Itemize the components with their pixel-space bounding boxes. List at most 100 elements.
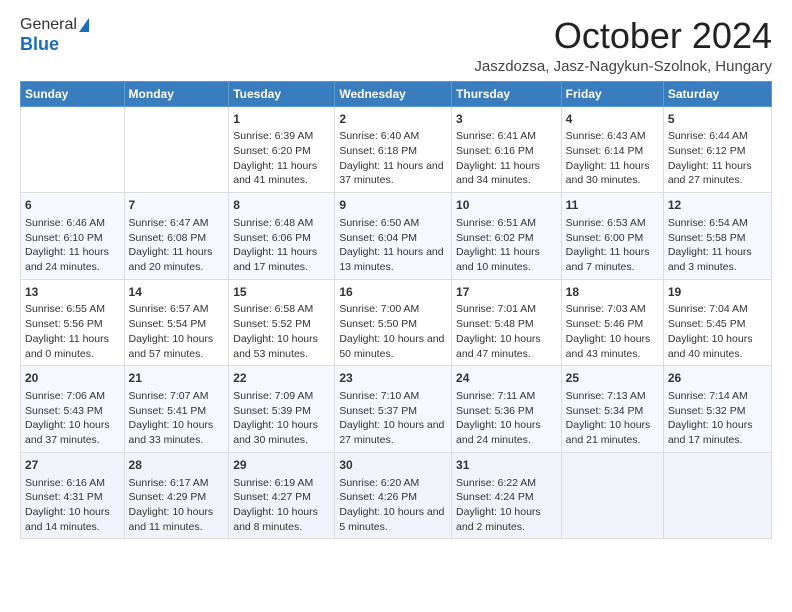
calendar-cell: 27 Sunrise: 6:16 AMSunset: 4:31 PMDayligh… [21, 452, 125, 539]
day-info: Daylight: 11 hours and 10 minutes. [456, 245, 557, 274]
logo-blue-text: Blue [20, 34, 59, 55]
day-info: Sunset: 5:45 PM [668, 317, 767, 332]
day-number: 1 [233, 111, 330, 128]
day-number: 12 [668, 197, 767, 214]
calendar-cell: 16Sunrise: 7:00 AMSunset: 5:50 PMDayligh… [335, 279, 452, 366]
day-info: Sunset: 4:31 PM [25, 490, 120, 505]
title-block: October 2024 Jaszdozsa, Jasz-Nagykun-Szo… [474, 16, 772, 75]
day-info: Sunset: 6:02 PM [456, 231, 557, 246]
day-info: Sunrise: 6:40 AM [339, 129, 447, 144]
day-info: Sunrise: 6:57 AM [129, 302, 225, 317]
day-number: 7 [129, 197, 225, 214]
day-info: Sunset: 4:26 PM [339, 490, 447, 505]
day-info: Daylight: 11 hours and 27 minutes. [668, 159, 767, 188]
day-number: 5 [668, 111, 767, 128]
day-info: Sunset: 6:10 PM [25, 231, 120, 246]
day-info: Sunset: 6:18 PM [339, 144, 447, 159]
day-info: Sunset: 6:16 PM [456, 144, 557, 159]
day-info: Sunrise: 6:46 AM [25, 216, 120, 231]
day-info: Daylight: 11 hours and 37 minutes. [339, 159, 447, 188]
day-info: Sunset: 6:00 PM [566, 231, 659, 246]
calendar-cell: 24Sunrise: 7:11 AMSunset: 5:36 PMDayligh… [452, 366, 562, 453]
calendar-cell [663, 452, 771, 539]
day-info: Daylight: 11 hours and 41 minutes. [233, 159, 330, 188]
week-row-1: 1Sunrise: 6:39 AMSunset: 6:20 PMDaylight… [21, 106, 772, 193]
header-day-wednesday: Wednesday [335, 81, 452, 106]
day-number: 3 [456, 111, 557, 128]
day-info: Daylight: 11 hours and 13 minutes. [339, 245, 447, 274]
day-info: Sunset: 5:50 PM [339, 317, 447, 332]
day-number: 30 [339, 457, 447, 474]
day-info: Sunset: 5:52 PM [233, 317, 330, 332]
day-number: 21 [129, 370, 225, 387]
day-number: 22 [233, 370, 330, 387]
calendar-cell [21, 106, 125, 193]
calendar-cell: 13Sunrise: 6:55 AMSunset: 5:56 PMDayligh… [21, 279, 125, 366]
day-info: Sunrise: 6:17 AM [129, 476, 225, 491]
day-info: Sunset: 6:12 PM [668, 144, 767, 159]
day-info: Sunrise: 6:50 AM [339, 216, 447, 231]
day-info: Daylight: 10 hours and 8 minutes. [233, 505, 330, 534]
day-info: Sunrise: 6:19 AM [233, 476, 330, 491]
day-number: 6 [25, 197, 120, 214]
calendar-cell: 6Sunrise: 6:46 AMSunset: 6:10 PMDaylight… [21, 193, 125, 280]
day-info: Daylight: 10 hours and 11 minutes. [129, 505, 225, 534]
day-number: 29 [233, 457, 330, 474]
calendar-cell: 7Sunrise: 6:47 AMSunset: 6:08 PMDaylight… [124, 193, 229, 280]
day-info: Daylight: 10 hours and 43 minutes. [566, 332, 659, 361]
day-info: Sunset: 5:32 PM [668, 404, 767, 419]
day-number: 24 [456, 370, 557, 387]
day-info: Sunrise: 7:14 AM [668, 389, 767, 404]
header-day-thursday: Thursday [452, 81, 562, 106]
day-number: 4 [566, 111, 659, 128]
week-row-2: 6 Sunrise: 6:46 AMSunset: 6:10 PM Daylight… [21, 193, 772, 280]
calendar-cell: 8Sunrise: 6:48 AMSunset: 6:06 PMDaylight… [229, 193, 335, 280]
day-info: Sunset: 4:29 PM [129, 490, 225, 505]
day-info: Sunrise: 6:41 AM [456, 129, 557, 144]
logo: General Blue [20, 16, 89, 55]
day-info: Sunrise: 6:22 AM [456, 476, 557, 491]
day-info: Daylight: 10 hours and 14 minutes. [25, 505, 120, 534]
calendar-cell: 14Sunrise: 6:57 AMSunset: 5:54 PMDayligh… [124, 279, 229, 366]
day-number: 27 [25, 457, 120, 474]
day-info: Daylight: 10 hours and 24 minutes. [456, 418, 557, 447]
day-number: 18 [566, 284, 659, 301]
day-number: 26 [668, 370, 767, 387]
day-info: Sunset: 5:48 PM [456, 317, 557, 332]
day-info: Daylight: 10 hours and 2 minutes. [456, 505, 557, 534]
day-info: Sunset: 4:24 PM [456, 490, 557, 505]
day-info: Sunset: 5:54 PM [129, 317, 225, 332]
day-info: Daylight: 10 hours and 47 minutes. [456, 332, 557, 361]
day-info: Daylight: 10 hours and 40 minutes. [668, 332, 767, 361]
calendar-cell: 29Sunrise: 6:19 AMSunset: 4:27 PMDayligh… [229, 452, 335, 539]
calendar-cell: 15Sunrise: 6:58 AMSunset: 5:52 PMDayligh… [229, 279, 335, 366]
logo-arrow-icon [79, 18, 89, 32]
calendar-cell: 9Sunrise: 6:50 AMSunset: 6:04 PMDaylight… [335, 193, 452, 280]
calendar-cell: 1Sunrise: 6:39 AMSunset: 6:20 PMDaylight… [229, 106, 335, 193]
calendar-cell: 12Sunrise: 6:54 AMSunset: 5:58 PMDayligh… [663, 193, 771, 280]
day-number: 16 [339, 284, 447, 301]
day-info: Sunrise: 6:53 AM [566, 216, 659, 231]
day-number: 20 [25, 370, 120, 387]
day-info: Sunrise: 7:04 AM [668, 302, 767, 317]
calendar-cell: 5Sunrise: 6:44 AMSunset: 6:12 PMDaylight… [663, 106, 771, 193]
calendar-cell: 3Sunrise: 6:41 AMSunset: 6:16 PMDaylight… [452, 106, 562, 193]
day-info: Daylight: 11 hours and 0 minutes. [25, 332, 120, 361]
calendar-cell: 4Sunrise: 6:43 AMSunset: 6:14 PMDaylight… [561, 106, 663, 193]
week-row-3: 13Sunrise: 6:55 AMSunset: 5:56 PMDayligh… [21, 279, 772, 366]
header-day-saturday: Saturday [663, 81, 771, 106]
day-info: Sunrise: 6:16 AM [25, 476, 120, 491]
day-info: Sunrise: 7:03 AM [566, 302, 659, 317]
day-info: Sunset: 5:46 PM [566, 317, 659, 332]
calendar-cell: 18Sunrise: 7:03 AMSunset: 5:46 PMDayligh… [561, 279, 663, 366]
day-info: Daylight: 10 hours and 17 minutes. [668, 418, 767, 447]
day-info: Sunrise: 7:07 AM [129, 389, 225, 404]
header-day-friday: Friday [561, 81, 663, 106]
calendar-cell: 26 Sunrise: 7:14 AMSunset: 5:32 PMDayligh… [663, 366, 771, 453]
day-number: 25 [566, 370, 659, 387]
calendar-cell: 21Sunrise: 7:07 AMSunset: 5:41 PMDayligh… [124, 366, 229, 453]
day-info: Daylight: 10 hours and 21 minutes. [566, 418, 659, 447]
day-info: Sunrise: 6:43 AM [566, 129, 659, 144]
day-info: Sunrise: 6:44 AM [668, 129, 767, 144]
day-info: Sunset: 6:14 PM [566, 144, 659, 159]
